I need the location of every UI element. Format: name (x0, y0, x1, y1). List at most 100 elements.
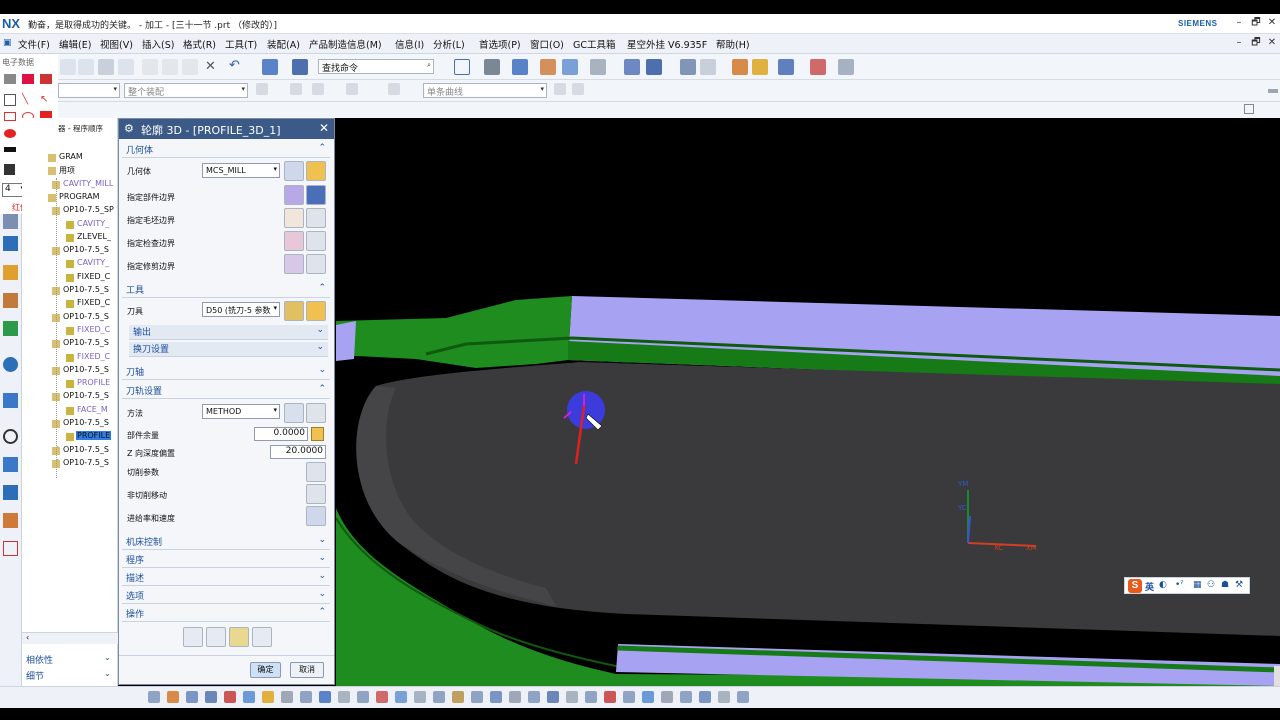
curve-rule-select[interactable]: 单条曲线 ▾ (423, 83, 547, 98)
navigator-row[interactable]: ZLEVEL_ (22, 232, 118, 245)
check-boundary-flashlight-icon[interactable] (306, 231, 326, 251)
snap-icon[interactable] (732, 59, 748, 75)
doc-restore-button[interactable]: 🗗 (1249, 37, 1263, 49)
measure-icon[interactable] (752, 59, 768, 75)
trim-boundary-flashlight-icon[interactable] (306, 254, 326, 274)
restore-button[interactable]: 🗗 (1249, 17, 1263, 29)
wrench-icon[interactable]: ⚒ (1235, 580, 1243, 590)
navigator-row[interactable]: OP10-7.5_S (22, 391, 118, 404)
edit-method-icon[interactable] (306, 403, 326, 423)
bottom-toolbar-icon[interactable] (148, 691, 160, 703)
navigator-row[interactable]: FIXED_C (22, 352, 118, 365)
bottom-toolbar-icon[interactable] (319, 691, 331, 703)
edit-geometry-icon[interactable] (306, 161, 326, 181)
navigator-row[interactable]: CAVITY_ (22, 219, 118, 232)
part-view-icon[interactable] (262, 59, 278, 75)
part-boundary-flashlight-icon[interactable] (306, 185, 326, 205)
arrow-icon[interactable]: ↖ (40, 94, 48, 105)
command-search-input[interactable]: 查找命令 ⌕ (318, 59, 434, 74)
navigator-row[interactable]: OP10-7.5_S (22, 338, 118, 351)
non-cut-moves-icon[interactable] (306, 484, 326, 504)
navigator-row[interactable]: OP10-7.5_S (22, 365, 118, 378)
line-tool-icon[interactable] (4, 94, 16, 106)
navigator-row[interactable]: ✔OP10-7.5_S (22, 445, 118, 458)
navigator-row[interactable]: FIXED_C (22, 272, 118, 285)
bottom-toolbar-icon[interactable] (186, 691, 198, 703)
list-path-icon[interactable] (252, 627, 272, 647)
navigator-row[interactable]: OP10-7.5_S (22, 285, 118, 298)
chevron-up-icon[interactable]: ⌃ (318, 143, 326, 153)
new-method-icon[interactable] (284, 403, 304, 423)
clock-icon[interactable] (3, 429, 18, 444)
navigator-row[interactable]: PROGRAM (22, 192, 118, 205)
new-icon[interactable] (60, 59, 76, 75)
part-stock-input[interactable]: 0.0000 (254, 427, 308, 441)
punct-icon[interactable]: ◐ (1159, 580, 1167, 590)
replay-path-icon[interactable] (206, 627, 226, 647)
copy-icon[interactable] (162, 59, 178, 75)
cut-params-icon[interactable] (306, 462, 326, 482)
wire-icon[interactable] (540, 59, 556, 75)
eraser-icon[interactable] (4, 74, 16, 84)
menu-gc-toolbox[interactable]: GC工具箱 (573, 37, 616, 51)
navigator-row[interactable]: FIXED_C (22, 298, 118, 311)
bottom-toolbar-icon[interactable] (718, 691, 730, 703)
ime-toolbar[interactable]: S 英 ◐ •ˀ ▦ ⚇ ☗ ⚒ (1124, 577, 1250, 594)
filter-reset-icon[interactable] (256, 83, 268, 95)
menu-plugin[interactable]: 星空外挂 V6.935F (627, 37, 707, 51)
ok-button[interactable]: 确定 (250, 662, 281, 678)
path-settings-section[interactable]: 刀轨设置 ⌃ (122, 384, 330, 399)
system-materials-icon[interactable] (3, 457, 18, 472)
assembly-filter-select[interactable]: 整个装配 ▾ (124, 83, 248, 98)
navigator-row[interactable]: OP10-7.5_SP (22, 205, 118, 218)
rotate-icon[interactable] (646, 59, 662, 75)
chevron-down-icon[interactable]: ⌄ (318, 535, 326, 545)
bottom-toolbar-icon[interactable] (604, 691, 616, 703)
machine-control-section[interactable]: 机床控制 ⌄ (122, 535, 330, 550)
bottom-toolbar-icon[interactable] (376, 691, 388, 703)
menu-pmi[interactable]: 产品制造信息(M) (309, 37, 382, 51)
bottom-toolbar-icon[interactable] (547, 691, 559, 703)
navigator-row[interactable]: CAVITY_ (22, 258, 118, 271)
menu-analysis[interactable]: 分析(L) (433, 37, 465, 51)
menu-info[interactable]: 信息(I) (395, 37, 424, 51)
bottom-toolbar-icon[interactable] (566, 691, 578, 703)
select-filter-icon[interactable] (292, 59, 308, 75)
geometry-select[interactable]: MCS_MILL ▾ (202, 163, 280, 178)
tool-axis-section[interactable]: 刀轴 ⌄ (122, 365, 330, 380)
part-boundary-icon[interactable] (284, 185, 304, 205)
menu-window[interactable]: 窗口(O) (530, 37, 564, 51)
save-icon[interactable] (98, 59, 114, 75)
orient-icon[interactable] (624, 59, 640, 75)
chevron-down-icon[interactable]: ⌄ (104, 669, 111, 678)
bottom-toolbar-icon[interactable] (262, 691, 274, 703)
blank-boundary-flashlight-icon[interactable] (306, 208, 326, 228)
skin-icon[interactable]: ⚇ (1207, 580, 1215, 590)
wcs-icon[interactable] (700, 59, 716, 75)
navigator-row[interactable]: OP10-7.5_S (22, 312, 118, 325)
voice-icon[interactable]: •ˀ (1175, 580, 1184, 590)
chevron-down-icon[interactable]: ⌄ (104, 653, 111, 662)
type-filter-select[interactable]: ▾ (58, 83, 120, 98)
doc-close-button[interactable]: ✕ (1265, 37, 1279, 49)
verify-path-icon[interactable] (229, 627, 249, 647)
file-icon[interactable]: ▣ (3, 38, 13, 48)
panel-toggle-icon[interactable] (1244, 104, 1254, 114)
menu-edit[interactable]: 编辑(E) (59, 37, 91, 51)
save-drawing-icon[interactable] (4, 164, 15, 175)
bottom-toolbar-icon[interactable] (471, 691, 483, 703)
ruler-icon[interactable] (838, 59, 854, 75)
constraint-navigator-icon[interactable] (3, 236, 18, 251)
chevron-down-icon[interactable]: ⌄ (318, 571, 326, 581)
follow-fillet-icon[interactable] (572, 83, 584, 95)
actions-section[interactable]: 操作 ⌃ (122, 607, 330, 622)
history-icon[interactable] (3, 393, 18, 408)
navigator-row[interactable]: PROFILE (22, 431, 118, 444)
shirt-icon[interactable]: ☗ (1221, 580, 1229, 590)
snap-face-icon[interactable] (388, 83, 400, 95)
delete-icon[interactable]: ✕ (205, 59, 216, 74)
chevron-up-icon[interactable]: ⌃ (318, 283, 326, 293)
menu-assembly[interactable]: 装配(A) (267, 37, 300, 51)
menu-help[interactable]: 帮助(H) (716, 37, 750, 51)
cut-icon[interactable] (142, 59, 158, 75)
